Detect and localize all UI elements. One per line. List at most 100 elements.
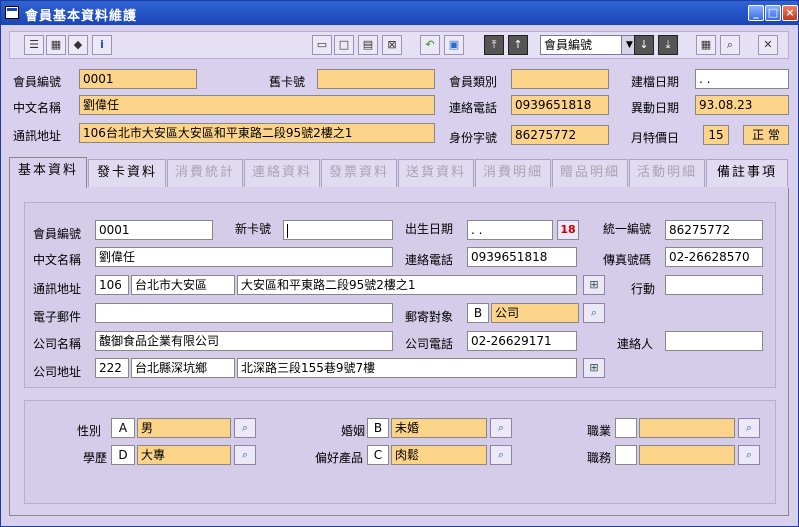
preference-field: 肉鬆 [391,445,487,465]
mail-target-label: 郵寄對象 [405,310,454,324]
gender-lookup-icon[interactable]: ⌕ [234,418,256,438]
card-icon[interactable]: ▭ [312,35,332,55]
gender-label: 性別 [77,424,102,438]
last-record-icon[interactable]: ⤓ [658,35,678,55]
marital-lookup-icon[interactable]: ⌕ [490,418,512,438]
search-field-select[interactable]: 會員編號 ▼ [540,35,638,55]
edit-page-icon[interactable]: ▤ [358,35,378,55]
mail-target-code-field[interactable]: B [467,303,489,323]
marital-label: 婚姻 [341,424,366,438]
maximize-icon[interactable]: □ [765,5,781,21]
save-icon[interactable]: ▣ [444,35,464,55]
monthly-day-field[interactable]: 15 [703,125,729,145]
street-field[interactable]: 大安區和平東路二段95號2樓之1 [237,275,577,295]
company-field[interactable]: 馥御食品企業有限公司 [95,331,393,351]
prev-record-icon[interactable]: ↑ [508,35,528,55]
fax-label: 傳真號碼 [603,253,652,267]
phone-field[interactable]: 0939651818 [511,95,609,115]
tab-gift-detail[interactable]: 贈品明細 [552,159,628,187]
undo-icon[interactable]: ↶ [420,35,440,55]
changed-date-label: 異動日期 [631,101,680,115]
address-picker-icon[interactable]: ⊞ [583,275,605,295]
contact-field[interactable] [665,331,763,351]
birth-date-field[interactable]: . . [467,220,553,240]
tab-activity-detail[interactable]: 活動明細 [629,159,705,187]
created-date-field[interactable]: . . [695,69,789,89]
job-lookup-icon[interactable]: ⌕ [738,418,760,438]
company-street-field[interactable]: 北深路三段155巷9號7樓 [237,358,577,378]
address-label: 通訊地址 [13,129,62,143]
close-icon[interactable]: × [782,5,798,21]
next-record-icon[interactable]: ↓ [634,35,654,55]
phone-label: 連絡電話 [449,101,498,115]
marital-code-field[interactable]: B [367,418,389,438]
job-field [639,418,735,438]
changed-date-field[interactable]: 93.08.23 [695,95,789,115]
address-field[interactable]: 106台北市大安區大安區和平東路二段95號2樓之1 [79,123,435,143]
zip-field[interactable]: 106 [95,275,129,295]
tab-notes[interactable]: 備註事項 [706,159,788,187]
preference-lookup-icon[interactable]: ⌕ [490,445,512,465]
preference-code-field[interactable]: C [367,445,389,465]
id-no-field[interactable]: 86275772 [511,125,609,145]
tab-invoice[interactable]: 發票資料 [321,159,397,187]
info-icon[interactable]: i [92,35,112,55]
detail-phone-field[interactable]: 0939651818 [467,247,577,267]
duty-field [639,445,735,465]
mobile-field[interactable] [665,275,763,295]
old-card-field[interactable] [317,69,435,89]
main-window: 會員基本資料維護 _ □ × ☰ ▦ ◆ i ▭ □ ▤ ⊠ ↶ ▣ ⤒ ↑ 會… [0,0,799,527]
company-city-field[interactable]: 台北縣深坑鄉 [131,358,235,378]
detail-name-field[interactable]: 劉偉任 [95,247,393,267]
new-card-field[interactable] [283,220,393,240]
education-code-field[interactable]: D [111,445,135,465]
job-code-field[interactable] [615,418,637,438]
company-zip-field[interactable]: 222 [95,358,129,378]
toolbar: ☰ ▦ ◆ i ▭ □ ▤ ⊠ ↶ ▣ ⤒ ↑ 會員編號 ▼ ↓ ⤓ ▦ ⌕ ✕ [9,31,789,59]
preference-label: 偏好產品 [315,451,364,465]
grid-icon[interactable]: ▦ [46,35,66,55]
fax-field[interactable]: 02-26628570 [665,247,763,267]
calendar-icon[interactable]: 18 [557,220,579,240]
table-view-icon[interactable]: ▦ [696,35,716,55]
tab-card[interactable]: 發卡資料 [88,159,166,187]
book-icon[interactable]: ◆ [68,35,88,55]
tab-contact[interactable]: 連絡資料 [244,159,320,187]
duty-lookup-icon[interactable]: ⌕ [738,445,760,465]
member-type-label: 會員類別 [449,75,498,89]
tab-consumption-detail[interactable]: 消費明細 [475,159,551,187]
name-label: 中文名稱 [13,101,62,115]
new-card-label: 新卡號 [235,222,272,236]
detail-address-label: 通訊地址 [33,282,82,296]
minimize-icon[interactable]: _ [748,5,764,21]
delete-page-icon[interactable]: ⊠ [382,35,402,55]
job-label: 職業 [587,424,612,438]
window-title: 會員基本資料維護 [25,9,138,24]
tab-basic[interactable]: 基本資料 [9,157,87,188]
mail-target-lookup-icon[interactable]: ⌕ [583,303,605,323]
list-icon[interactable]: ☰ [24,35,44,55]
detail-member-no-field[interactable]: 0001 [95,220,213,240]
duty-code-field[interactable] [615,445,637,465]
education-lookup-icon[interactable]: ⌕ [234,445,256,465]
title-bar: 會員基本資料維護 _ □ × [1,1,798,25]
app-icon [5,6,19,19]
company-address-picker-icon[interactable]: ⊞ [583,358,605,378]
exit-icon[interactable]: ✕ [758,35,778,55]
new-page-icon[interactable]: □ [334,35,354,55]
email-field[interactable] [95,303,393,323]
tab-delivery[interactable]: 送貨資料 [398,159,474,187]
company-phone-field[interactable]: 02-26629171 [467,331,577,351]
city-field[interactable]: 台北市大安區 [131,275,235,295]
search-field-value: 會員編號 [544,38,593,52]
member-no-field[interactable]: 0001 [79,69,197,89]
tab-consumption-stats[interactable]: 消費統計 [167,159,243,187]
name-field[interactable]: 劉偉任 [79,95,435,115]
search-icon[interactable]: ⌕ [720,35,740,55]
first-record-icon[interactable]: ⤒ [484,35,504,55]
mobile-label: 行動 [631,282,656,296]
tax-id-field[interactable]: 86275772 [665,220,763,240]
member-type-field[interactable] [511,69,609,89]
gender-code-field[interactable]: A [111,418,135,438]
gender-field: 男 [137,418,231,438]
